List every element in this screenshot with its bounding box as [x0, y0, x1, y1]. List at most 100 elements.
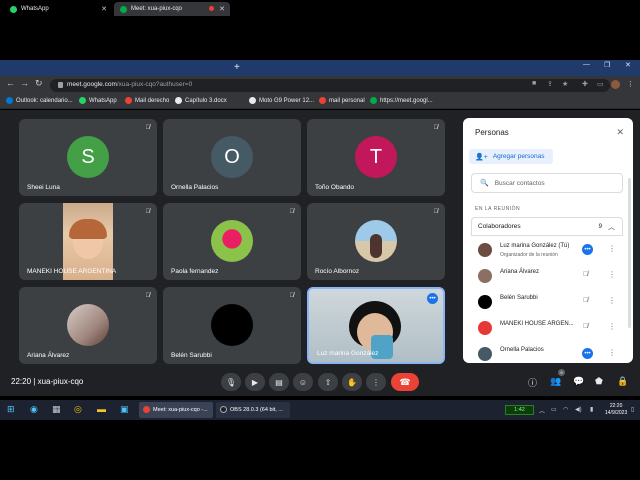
- more-vert-icon[interactable]: ⋮: [608, 270, 616, 279]
- store-icon[interactable]: ▣: [120, 404, 129, 415]
- bookmark-outlook[interactable]: Outlook: calendario...: [6, 97, 73, 104]
- bookmark-meet[interactable]: https://meet.googl...: [370, 97, 433, 104]
- add-people-button[interactable]: 👤+ Agregar personas: [469, 149, 553, 164]
- file-explorer-icon[interactable]: ▬: [97, 404, 106, 414]
- close-icon[interactable]: ✕: [219, 5, 225, 13]
- url-text[interactable]: meet.google.com/xua-piux-cqo?authuser=0: [67, 81, 192, 88]
- new-tab-button[interactable]: +: [234, 62, 240, 73]
- meeting-time: 22:20: [11, 377, 32, 386]
- captions-button[interactable]: ▤: [269, 373, 289, 391]
- volume-icon[interactable]: ◀): [575, 406, 582, 413]
- battery-icon[interactable]: ▮: [590, 406, 593, 413]
- more-vert-icon[interactable]: ⋮: [608, 244, 616, 253]
- people-icon[interactable]: 👥: [550, 376, 561, 387]
- participant-name: Ariana Álvarez: [27, 352, 70, 359]
- list-item[interactable]: Belén Sarubbi 🎙̸ ⋮: [471, 290, 623, 314]
- participant-tile[interactable]: 🎙̸ Rocío Albornoz: [307, 203, 445, 280]
- bookmark-moto[interactable]: Moto G9 Power 12...: [249, 97, 314, 104]
- microphone-button[interactable]: 🎙: [221, 373, 241, 391]
- participant-tile[interactable]: 🎙̸ Belén Sarubbi: [163, 287, 301, 364]
- bookmark-whatsapp[interactable]: WhatsApp: [79, 97, 117, 104]
- more-vert-icon[interactable]: ⋮: [608, 296, 616, 305]
- chrome-icon[interactable]: ◎: [74, 404, 82, 415]
- search-contacts-input[interactable]: 🔍 Buscar contactos: [471, 173, 623, 193]
- windows-start-icon[interactable]: ⊞: [7, 404, 15, 415]
- clock-date: 14/9/2023: [605, 410, 628, 416]
- avatar: S: [67, 136, 109, 178]
- raise-hand-button[interactable]: ✋: [342, 373, 362, 391]
- participant-name: Sheei Luna: [27, 184, 60, 191]
- participant-tile-self[interactable]: ••• Luz marina González: [307, 287, 445, 364]
- close-window-icon[interactable]: ✕: [625, 61, 631, 69]
- tab-label: Meet: xua-piux-cqo: [131, 6, 183, 12]
- bookmark-label: WhatsApp: [89, 97, 117, 104]
- forward-icon[interactable]: →: [20, 78, 29, 88]
- list-item[interactable]: Ornella Palacios ••• ⋮: [471, 342, 623, 363]
- minimize-icon[interactable]: —: [583, 61, 590, 68]
- menu-icon[interactable]: ⋮: [627, 80, 634, 88]
- extensions-icon[interactable]: ✚: [582, 80, 588, 88]
- network-icon[interactable]: ▭: [551, 406, 557, 413]
- window-label: OBS 28.0.3 (64 bit, ...: [230, 407, 283, 413]
- list-item[interactable]: Luz marina González (Tú) Organizador de …: [471, 238, 623, 262]
- participant-tile[interactable]: O Ornella Palacios: [163, 119, 301, 196]
- maximize-icon[interactable]: ❐: [604, 61, 610, 69]
- collaborators-group[interactable]: Colaboradores 9 ︿: [471, 217, 623, 236]
- share-icon[interactable]: ⇪: [547, 80, 553, 88]
- close-icon[interactable]: ✕: [101, 5, 107, 13]
- mic-off-icon: 🎙̸: [145, 125, 151, 131]
- camera-button[interactable]: ▶: [245, 373, 265, 391]
- info-icon[interactable]: ⓘ: [528, 376, 537, 389]
- bookmark-capitulo[interactable]: Capítulo 3.docx: [175, 97, 227, 104]
- tab-meet[interactable]: Meet: xua-piux-cqo ✕: [114, 2, 230, 16]
- chat-icon[interactable]: 💬: [573, 376, 584, 387]
- taskbar-clock[interactable]: 22:20 14/9/2023: [605, 403, 627, 417]
- participant-name: Rocío Albornoz: [315, 268, 360, 275]
- taskbar-window-meet[interactable]: Meet: xua-piux-cqo -...: [139, 402, 213, 418]
- list-item[interactable]: Ariana Álvarez 🎙̸ ⋮: [471, 264, 623, 288]
- participant-name: Toño Obando: [315, 184, 355, 191]
- tab-whatsapp[interactable]: WhatsApp ✕: [4, 2, 112, 16]
- chevron-up-icon[interactable]: ︿: [608, 222, 615, 232]
- participant-tile[interactable]: T 🎙̸ Toño Obando: [307, 119, 445, 196]
- sidebar-icon[interactable]: ▭: [597, 80, 604, 88]
- person-name: Luz marina González (Tú): [500, 243, 570, 249]
- gmail-icon: [319, 97, 326, 104]
- tray-chevron-icon[interactable]: ︿: [539, 406, 545, 415]
- participant-name: Ornella Palacios: [171, 184, 219, 191]
- more-vert-icon[interactable]: ⋮: [608, 322, 616, 331]
- profile-avatar[interactable]: [611, 80, 620, 89]
- add-person-icon: 👤+: [475, 153, 488, 161]
- notifications-icon[interactable]: ▯: [631, 406, 634, 413]
- list-item[interactable]: MANEKI HOUSE ARGEN... 🎙̸ ⋮: [471, 316, 623, 340]
- more-options-icon[interactable]: •••: [427, 293, 438, 304]
- close-icon[interactable]: ✕: [616, 127, 624, 138]
- figure: [370, 234, 382, 258]
- panel-scrollbar[interactable]: [628, 178, 631, 328]
- more-options-button[interactable]: ⋮: [366, 373, 386, 391]
- taskbar-window-obs[interactable]: OBS 28.0.3 (64 bit, ...: [216, 402, 290, 418]
- wifi-icon[interactable]: ◠: [563, 406, 568, 413]
- reload-icon[interactable]: ↻: [35, 78, 43, 89]
- edge-icon[interactable]: ◉: [30, 404, 38, 415]
- participant-tile[interactable]: S 🎙̸ Sheei Luna: [19, 119, 157, 196]
- back-icon[interactable]: ←: [6, 78, 15, 88]
- host-controls-icon[interactable]: 🔒: [617, 376, 628, 387]
- activities-icon[interactable]: ⬟: [595, 376, 603, 387]
- participant-tile[interactable]: 🎙̸ Ariana Álvarez: [19, 287, 157, 364]
- bookmark-label: Outlook: calendario...: [16, 97, 73, 104]
- end-call-button[interactable]: ☎: [391, 373, 419, 391]
- bookmark-mail-derecho[interactable]: Mail derecho: [125, 97, 169, 104]
- participant-tile[interactable]: 🎙̸ Paola fernandez: [163, 203, 301, 280]
- more-vert-icon[interactable]: ⋮: [608, 348, 616, 357]
- avatar: [478, 269, 492, 283]
- meet-icon: [370, 97, 377, 104]
- present-button[interactable]: ⇧: [318, 373, 338, 391]
- drive-icon: [175, 97, 182, 104]
- camera-icon[interactable]: ■: [532, 80, 536, 87]
- emoji-button[interactable]: ☺: [293, 373, 313, 391]
- star-icon[interactable]: ★: [562, 80, 568, 88]
- participant-tile[interactable]: 🎙̸ MANEKI HOUSE ARGENTINA: [19, 203, 157, 280]
- task-view-icon[interactable]: ▦: [52, 404, 61, 415]
- bookmark-mail-personal[interactable]: mail personal: [319, 97, 365, 104]
